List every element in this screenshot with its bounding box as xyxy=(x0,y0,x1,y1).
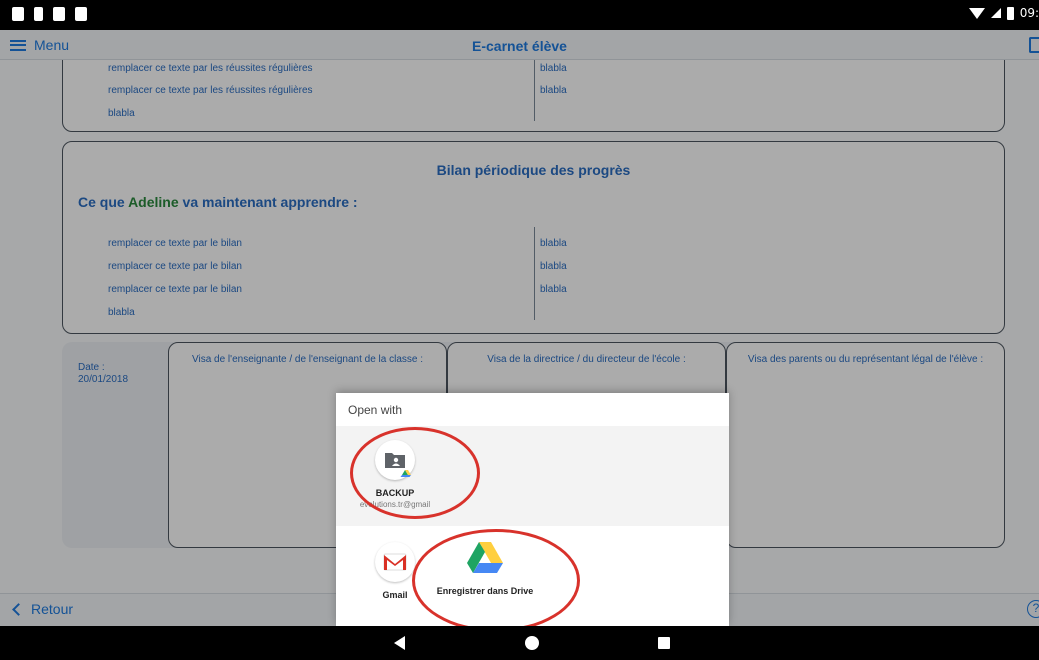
sheet-title: Open with xyxy=(348,403,403,417)
system-indicators: 09: xyxy=(968,6,1039,20)
wifi-icon xyxy=(968,7,985,19)
signal-icon xyxy=(990,8,1001,18)
clock: 09: xyxy=(1019,6,1039,20)
open-with-sheet: Open with BACKUP evolutions.tr@gmail Gma… xyxy=(336,393,729,632)
bag-notification-icon xyxy=(53,7,65,21)
download-notification-icon xyxy=(34,7,43,21)
battery-icon xyxy=(1006,6,1014,20)
status-bar: 09: xyxy=(0,0,1039,30)
notification-icons xyxy=(12,7,87,21)
highlight-circle-backup xyxy=(350,427,480,519)
app-notification-icon xyxy=(75,7,87,21)
gmail-icon xyxy=(375,542,415,582)
nav-home-icon[interactable] xyxy=(525,636,539,650)
nav-recents-icon[interactable] xyxy=(658,637,670,649)
highlight-circle-drive xyxy=(412,529,580,632)
navigation-bar xyxy=(0,626,1039,660)
nav-back-icon[interactable] xyxy=(394,636,405,650)
gallery-notification-icon xyxy=(12,7,24,21)
